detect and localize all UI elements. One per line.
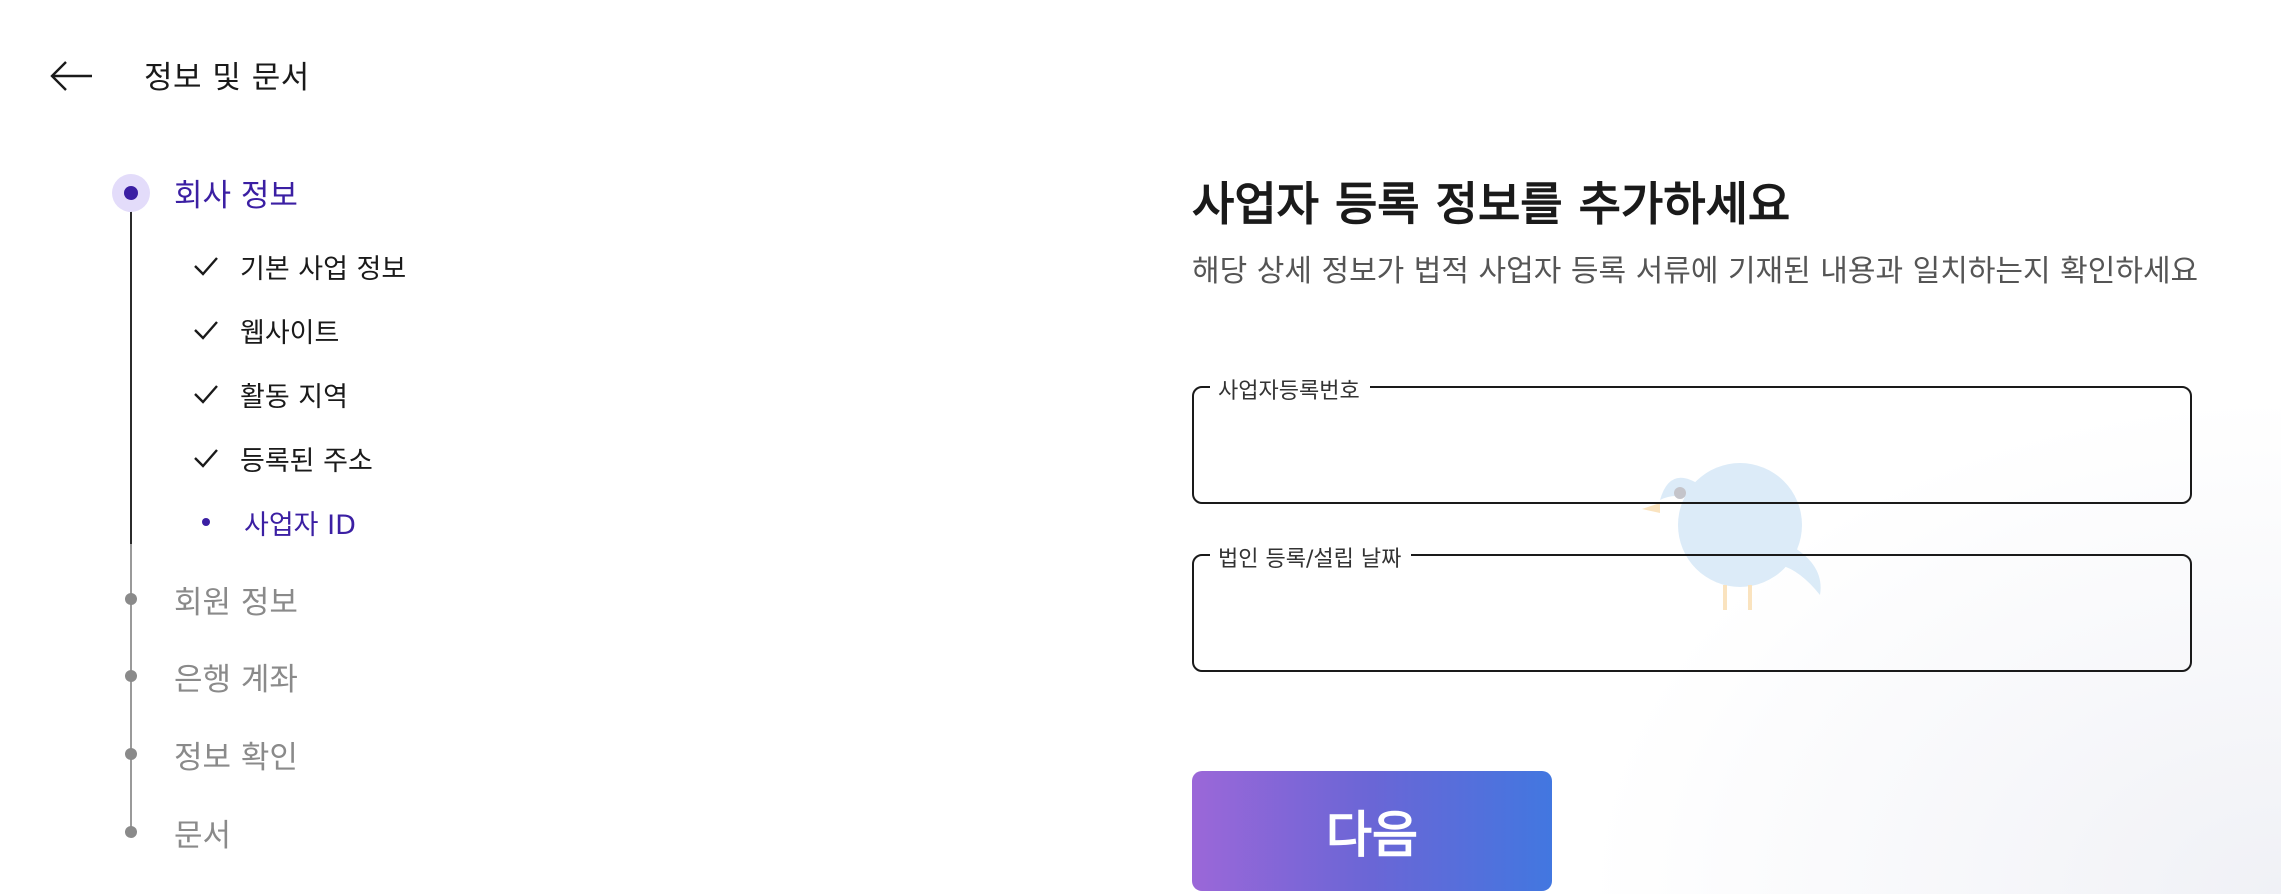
active-step-indicator <box>112 174 150 212</box>
substep-operating-region[interactable]: 활동 지역 <box>192 374 348 414</box>
incorporation-date-field[interactable]: 법인 등록/설립 날짜 <box>1192 541 2192 672</box>
current-bullet-icon <box>202 518 210 526</box>
substep-business-id[interactable]: 사업자 ID <box>192 502 356 542</box>
check-icon <box>194 321 218 340</box>
business-registration-number-field[interactable]: 사업자등록번호 <box>1192 373 2192 504</box>
substep-registered-address[interactable]: 등록된 주소 <box>192 438 373 478</box>
step-dot-icon <box>125 593 137 605</box>
step-member-info[interactable]: 회원 정보 <box>174 577 298 622</box>
step-company-info[interactable]: 회사 정보 <box>174 170 298 215</box>
check-icon <box>194 257 218 276</box>
substep-label: 활동 지역 <box>240 381 348 413</box>
substep-label: 웹사이트 <box>240 317 340 349</box>
step-dot-icon <box>125 748 137 760</box>
form-subtitle: 해당 상세 정보가 법적 사업자 등록 서류에 기재된 내용과 일치하는지 확인… <box>1192 254 2199 289</box>
step-dot-icon <box>125 826 137 838</box>
stepper-rail-completed <box>130 196 132 544</box>
form-title: 사업자 등록 정보를 추가하세요 <box>1192 177 1791 231</box>
substep-label: 사업자 ID <box>244 509 356 541</box>
step-dot-icon <box>125 670 137 682</box>
check-icon <box>194 449 218 468</box>
substep-label: 기본 사업 정보 <box>240 253 407 285</box>
step-review[interactable]: 정보 확인 <box>174 732 298 777</box>
next-button[interactable]: 다음 <box>1192 771 1552 891</box>
business-registration-number-input[interactable] <box>1194 388 2190 502</box>
page-title: 정보 및 문서 <box>144 60 310 96</box>
back-button[interactable] <box>50 58 94 94</box>
stepper-rail-upcoming <box>130 544 132 832</box>
check-icon <box>194 385 218 404</box>
arrow-left-icon <box>50 61 92 91</box>
step-bank-account[interactable]: 은행 계좌 <box>174 654 298 699</box>
substep-website[interactable]: 웹사이트 <box>192 310 339 350</box>
substep-basic-business-info[interactable]: 기본 사업 정보 <box>192 246 406 286</box>
incorporation-date-input[interactable] <box>1194 556 2190 670</box>
step-documents[interactable]: 문서 <box>174 810 231 855</box>
substep-label: 등록된 주소 <box>240 445 373 477</box>
